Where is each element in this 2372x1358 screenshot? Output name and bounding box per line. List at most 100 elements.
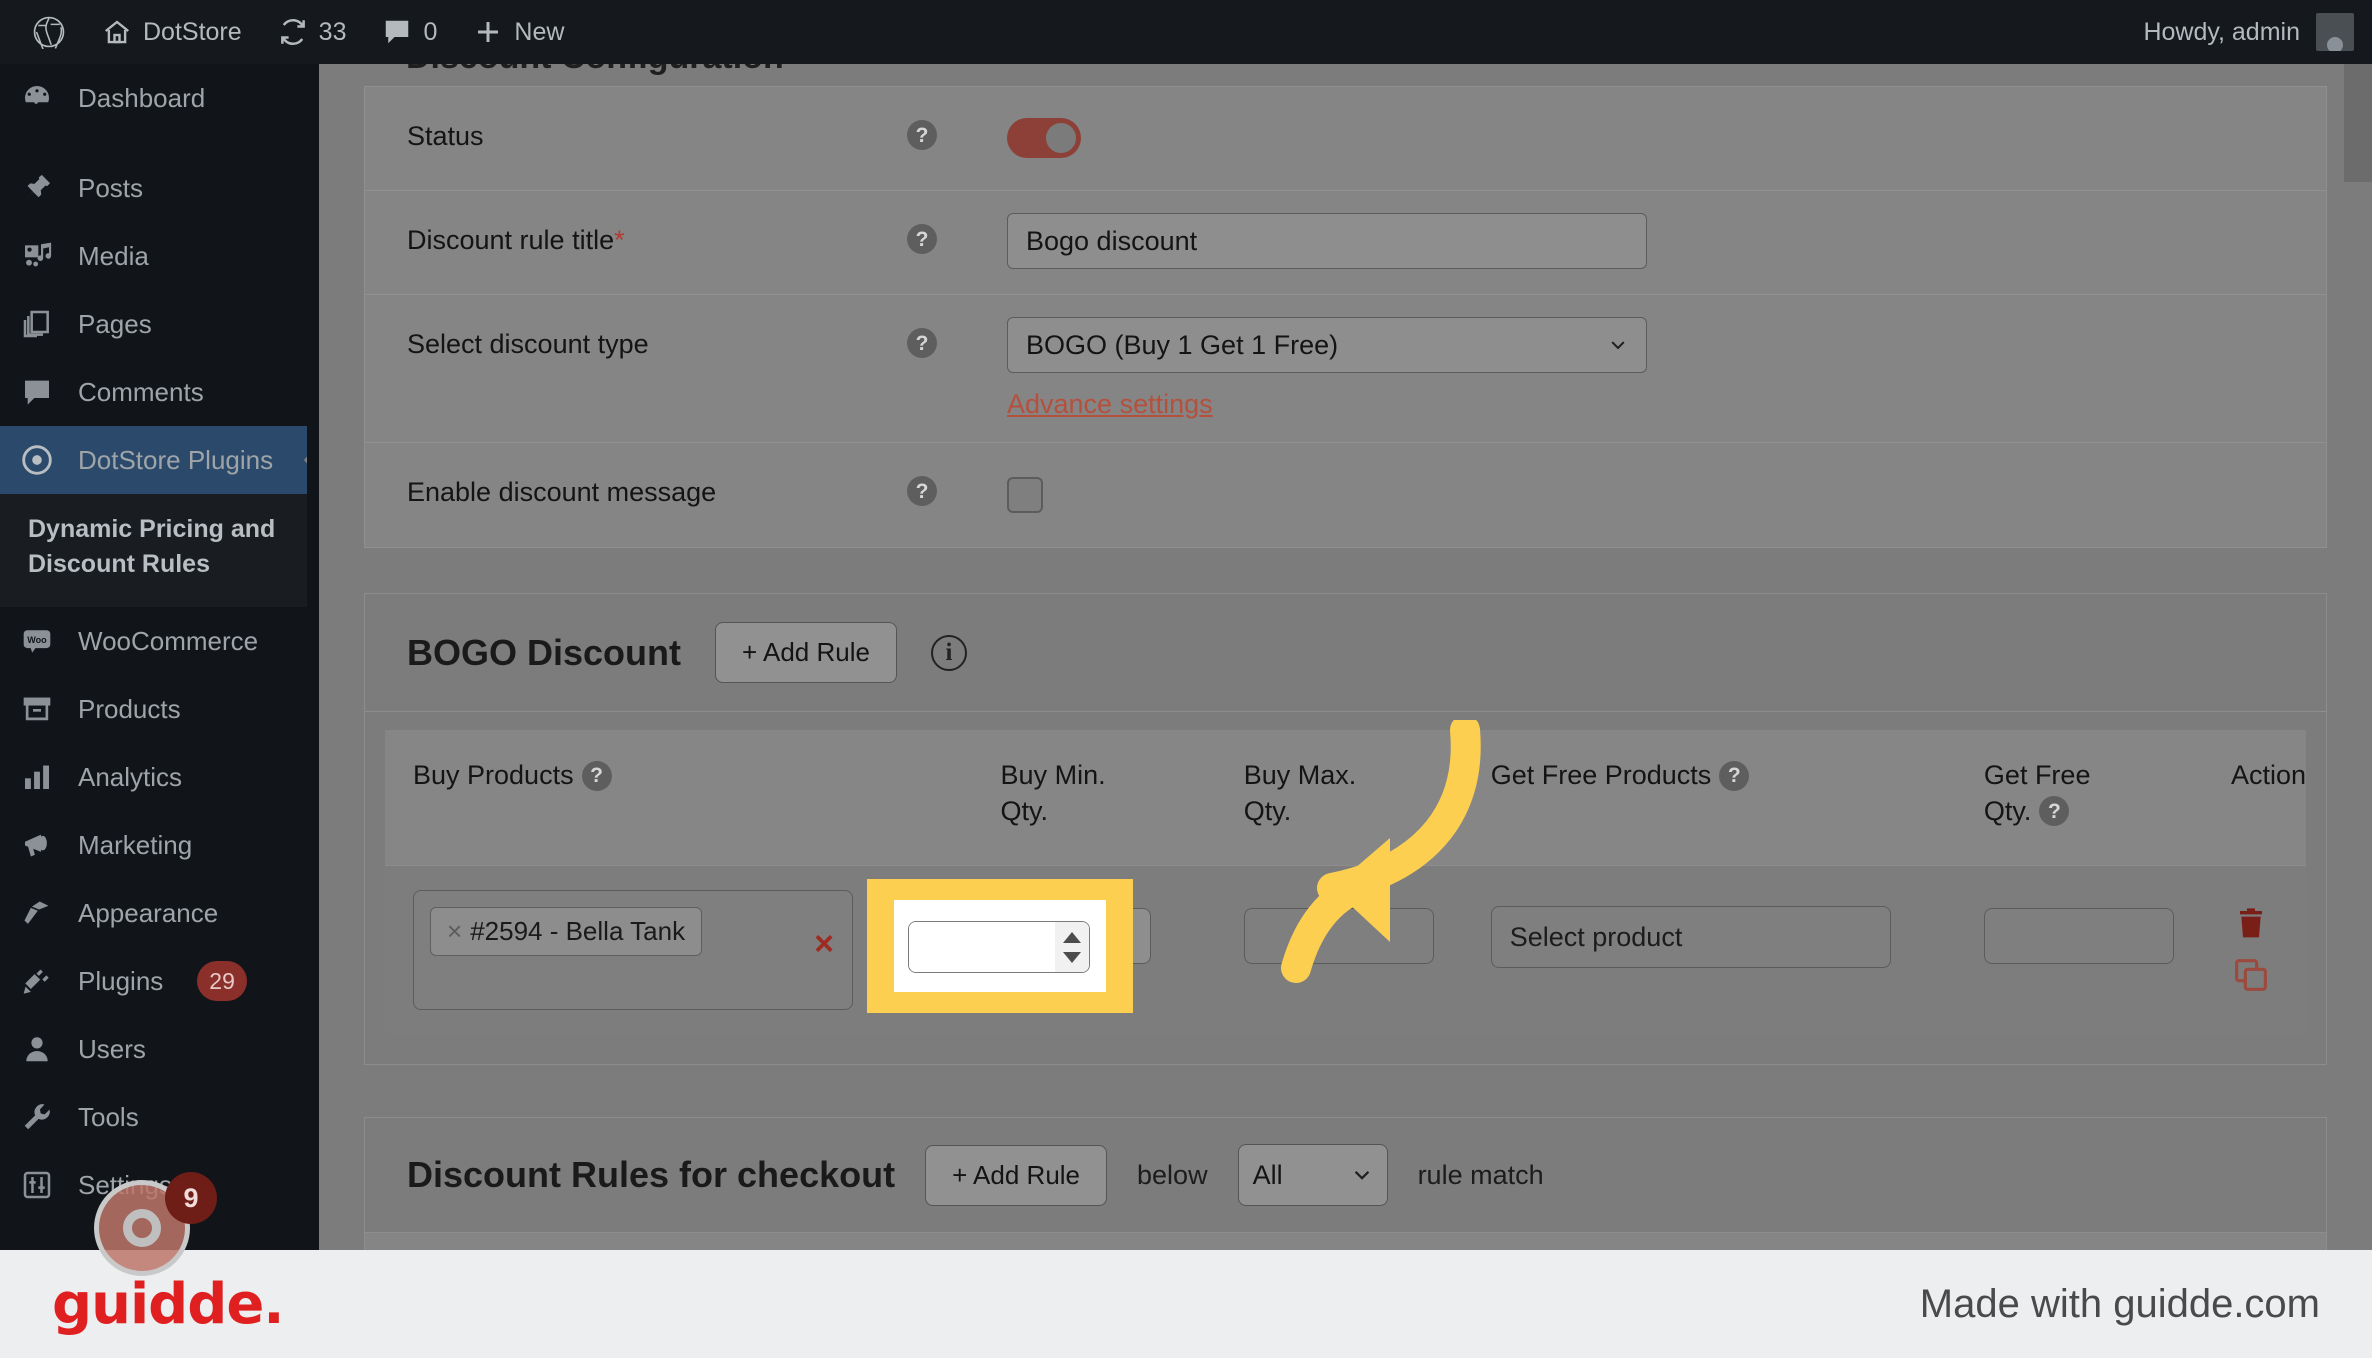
sidebar-item-products[interactable]: Products: [0, 675, 319, 743]
help-icon[interactable]: ?: [2039, 796, 2070, 827]
table-header-row: Buy Products? Buy Min. Qty. Buy Max. Qty…: [385, 730, 2306, 866]
enable-discount-message-checkbox[interactable]: [1007, 477, 1043, 513]
sidebar-item-media[interactable]: Media: [0, 222, 319, 290]
sidebar-item-analytics[interactable]: Analytics: [0, 743, 319, 811]
product-token[interactable]: × #2594 - Bella Tank: [430, 907, 703, 957]
updates-button[interactable]: 33: [260, 0, 365, 64]
message-help-col: ?: [907, 443, 1007, 506]
help-icon[interactable]: ?: [581, 760, 612, 791]
wordpress-logo-button[interactable]: [14, 0, 84, 64]
comments-button[interactable]: 0: [364, 0, 455, 64]
avatar[interactable]: [2316, 13, 2354, 51]
copy-icon: [2235, 959, 2267, 992]
bogo-table-wrap: Buy Products? Buy Min. Qty. Buy Max. Qty…: [365, 712, 2326, 1064]
help-icon[interactable]: ?: [1719, 760, 1750, 791]
bogo-add-rule-button[interactable]: + Add Rule: [715, 622, 897, 683]
discount-type-select[interactable]: BOGO (Buy 1 Get 1 Free): [1007, 317, 1647, 373]
advance-settings-link[interactable]: Advance settings: [1007, 389, 1213, 420]
trash-icon: [2239, 908, 2262, 938]
sidebar-item-dotstore-plugins[interactable]: DotStore Plugins: [0, 426, 319, 494]
cursor-dot: [123, 1209, 161, 1247]
bogo-table-body: × #2594 - Bella Tank × Select product: [385, 865, 2306, 1035]
admin-sidebar: Dashboard Posts Media Pages Comments Dot…: [0, 64, 319, 1250]
col-buy-min-qty: Buy Min. Qty.: [972, 730, 1216, 866]
status-label: Status: [407, 121, 484, 151]
title-field: [1007, 191, 2284, 291]
col-label: Action: [2230, 760, 2306, 790]
buy-min-qty-number-input[interactable]: [908, 921, 1090, 973]
number-input-spinners[interactable]: [1055, 922, 1089, 972]
cell-get-free-qty: [1955, 865, 2203, 1035]
page-scrollbar[interactable]: [2344, 64, 2372, 1250]
sidebar-item-label: Plugins: [78, 965, 164, 996]
discount-configuration-heading: Discount Configuration: [364, 64, 2327, 86]
sidebar-item-marketing[interactable]: Marketing: [0, 811, 319, 879]
help-icon[interactable]: ?: [907, 224, 937, 254]
marketing-icon: [18, 826, 56, 864]
sidebar-item-label: Comments: [78, 376, 204, 407]
guidde-logo: guidde.: [52, 1271, 285, 1337]
help-icon[interactable]: ?: [907, 328, 937, 358]
plus-icon: [473, 17, 503, 47]
wordpress-icon: [32, 15, 66, 49]
token-remove-icon[interactable]: ×: [447, 916, 462, 947]
rule-match-value: All: [1252, 1159, 1283, 1190]
howdy-label[interactable]: Howdy, admin: [2143, 18, 2300, 47]
sidebar-item-tools[interactable]: Tools: [0, 1083, 319, 1151]
sidebar-item-label: Dashboard: [78, 82, 206, 113]
status-field: [1007, 87, 2284, 180]
message-field: [1007, 443, 2284, 535]
row-enable-discount-message: Enable discount message ?: [365, 443, 2326, 547]
duplicate-row-button[interactable]: [2231, 955, 2271, 1000]
get-free-qty-input[interactable]: [1983, 908, 2174, 965]
discount-rule-title-input[interactable]: [1007, 213, 1647, 269]
clear-all-icon[interactable]: ×: [814, 927, 834, 961]
sidebar-item-label: Users: [78, 1033, 146, 1064]
site-name-button[interactable]: DotStore: [84, 0, 260, 64]
scrollbar-thumb[interactable]: [2344, 64, 2372, 182]
sidebar-item-pages[interactable]: Pages: [0, 290, 319, 358]
discount-configuration-card: Status ? Discount rule title* ? Bogo dis…: [364, 86, 2327, 548]
checkout-rules-title: Discount Rules for checkout: [407, 1154, 896, 1196]
bogo-discount-title: BOGO Discount: [407, 631, 682, 673]
sidebar-item-appearance[interactable]: Appearance: [0, 879, 319, 947]
help-icon[interactable]: ?: [907, 476, 937, 506]
below-label: below: [1137, 1159, 1208, 1190]
sidebar-item-comments[interactable]: Comments: [0, 358, 319, 426]
info-icon[interactable]: i: [930, 634, 967, 671]
col-label: Buy Min.: [1000, 760, 1106, 790]
col-action: Action: [2202, 730, 2306, 866]
rule-match-select[interactable]: All: [1237, 1144, 1388, 1207]
type-help-col: ?: [907, 295, 1007, 358]
buy-products-token-input[interactable]: × #2594 - Bella Tank ×: [413, 890, 853, 1011]
sidebar-item-posts[interactable]: Posts: [0, 154, 319, 222]
number-input-field[interactable]: [909, 922, 1055, 972]
help-icon[interactable]: ?: [907, 120, 937, 150]
checkout-add-rule-button[interactable]: + Add Rule: [925, 1144, 1108, 1206]
get-free-products-select[interactable]: Select product: [1490, 906, 1891, 969]
sidebar-item-dashboard[interactable]: Dashboard: [0, 64, 319, 132]
pages-icon: [18, 305, 56, 343]
delete-row-button[interactable]: [2231, 904, 2271, 949]
buy-max-qty-input[interactable]: [1243, 908, 1434, 965]
dashboard-icon: [18, 79, 56, 117]
sidebar-item-label: Tools: [78, 1101, 139, 1132]
updates-count: 33: [318, 18, 347, 46]
col-label: Get Free: [1983, 760, 2091, 790]
products-icon: [18, 690, 56, 728]
spinner-down-icon[interactable]: [1063, 951, 1081, 963]
tools-icon: [18, 1098, 56, 1136]
new-content-button[interactable]: New: [455, 0, 582, 64]
get-free-products-placeholder: Select product: [1509, 921, 1683, 952]
bogo-rules-table: Buy Products? Buy Min. Qty. Buy Max. Qty…: [385, 730, 2306, 1035]
sidebar-submenu-title[interactable]: Dynamic Pricing and Discount Rules: [0, 494, 319, 607]
settings-icon: [18, 1166, 56, 1204]
sidebar-item-plugins[interactable]: Plugins 29: [0, 947, 319, 1015]
sidebar-item-users[interactable]: Users: [0, 1015, 319, 1083]
sidebar-scrollbar[interactable]: [307, 64, 319, 1250]
col-label-2: Qty.: [1243, 795, 1292, 826]
status-toggle[interactable]: [1007, 118, 1081, 158]
spinner-up-icon[interactable]: [1063, 931, 1081, 943]
discount-rule-title-text: Discount rule title: [407, 225, 615, 255]
sidebar-item-woocommerce[interactable]: Woo WooCommerce: [0, 607, 319, 675]
